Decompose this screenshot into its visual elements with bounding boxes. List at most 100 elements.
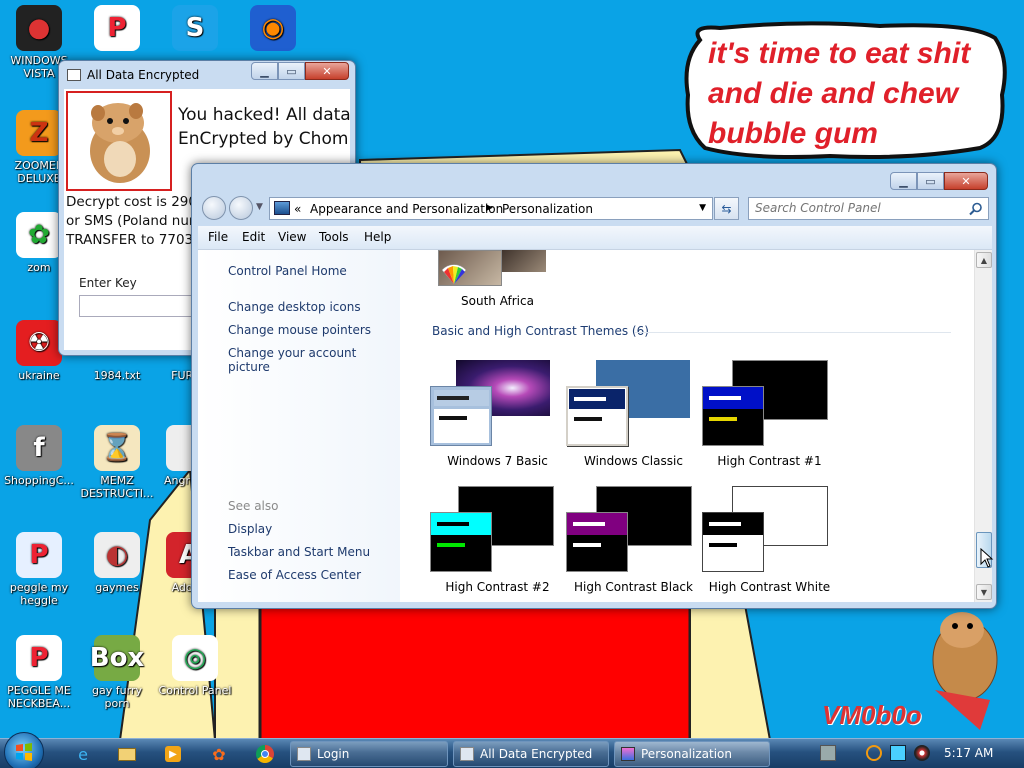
- theme-high-contrast-1[interactable]: High Contrast #1: [702, 356, 837, 471]
- theme-high-contrast-2[interactable]: High Contrast #2: [430, 482, 565, 597]
- menu-view[interactable]: View: [278, 230, 306, 244]
- theme-name: High Contrast Black: [574, 580, 693, 594]
- enter-key-label: Enter Key: [79, 276, 137, 290]
- address-dropdown-icon[interactable]: ▼: [699, 203, 706, 213]
- desktop-icon-label: gaymes: [95, 581, 139, 594]
- app-swirl-icon[interactable]: ✿: [206, 743, 232, 765]
- zoomer-icon: Z: [16, 110, 62, 156]
- menu-bar: File Edit View Tools Help: [198, 226, 992, 250]
- display-link[interactable]: Display: [228, 522, 272, 536]
- desktop-icon-label: peggle my heggle: [9, 581, 69, 607]
- minimize-button[interactable]: ▁: [251, 62, 278, 80]
- close-button[interactable]: ✕: [305, 62, 349, 80]
- maximize-button[interactable]: ▭: [278, 62, 305, 80]
- tray-magnifier-icon[interactable]: [866, 745, 882, 761]
- hamster-image: [66, 91, 172, 191]
- window-icon: [297, 747, 311, 761]
- theme-preview-window: [702, 386, 764, 446]
- desktop-icon-label: gay furry porn: [92, 684, 142, 710]
- wallpaper-signature: VM0b0o: [822, 700, 922, 730]
- desktop-icon-skype[interactable]: S: [156, 5, 234, 54]
- desktop-icon-box[interactable]: Box gay furry porn: [78, 635, 156, 710]
- desktop-icon-label: Control Panel: [158, 684, 232, 697]
- desktop-icon-ie-globe[interactable]: ◉: [234, 5, 312, 54]
- theme-south-africa[interactable]: South Africa: [430, 250, 565, 310]
- taskbar-start-menu-link[interactable]: Taskbar and Start Menu: [228, 545, 370, 559]
- ransom-window-title: All Data Encrypted: [87, 68, 200, 82]
- desktop-icon-shopping[interactable]: f ShoppingC...: [0, 425, 78, 487]
- theme-preview-window: [702, 512, 764, 572]
- breadcrumb-personalization[interactable]: Personalization: [502, 202, 593, 216]
- ransom-titlebar[interactable]: All Data Encrypted ▁ ▭ ✕: [59, 61, 355, 89]
- search-box[interactable]: [748, 197, 989, 220]
- change-desktop-icons-link[interactable]: Change desktop icons: [228, 300, 361, 314]
- system-clock[interactable]: 5:17 AM: [944, 746, 993, 760]
- close-button[interactable]: ✕: [944, 172, 988, 190]
- mouse-cursor-icon: [980, 548, 994, 568]
- menu-help[interactable]: Help: [364, 230, 391, 244]
- zom-icon: ✿: [16, 212, 62, 258]
- explorer-folder-icon[interactable]: [114, 743, 140, 765]
- window-icon: [460, 747, 474, 761]
- theme-windows-classic[interactable]: Windows Classic: [566, 356, 701, 471]
- headline-line-1: You hacked! All data: [178, 105, 350, 125]
- search-input[interactable]: [755, 201, 955, 215]
- basic-high-contrast-heading: Basic and High Contrast Themes (6): [432, 324, 649, 338]
- minimize-icon: ▁: [899, 174, 908, 188]
- tray-monitor-icon[interactable]: [890, 745, 906, 761]
- desktop-icon-peggle[interactable]: P: [78, 5, 156, 54]
- control-panel-icon: ◎: [172, 635, 218, 681]
- forward-button[interactable]: [229, 196, 253, 220]
- media-player-icon[interactable]: ▶: [160, 743, 186, 765]
- section-divider: [635, 332, 951, 333]
- scroll-down-button[interactable]: ▼: [976, 584, 992, 600]
- menu-tools[interactable]: Tools: [319, 230, 349, 244]
- desktop-icon-peggle-heggle[interactable]: Ppeggle my heggle: [0, 532, 78, 607]
- personalization-window[interactable]: ▁ ▭ ✕ ▼ « Appearance and Personalization…: [191, 163, 997, 609]
- internet-explorer-icon[interactable]: e: [70, 743, 96, 765]
- chrome-icon[interactable]: [252, 743, 278, 765]
- desktop-icon-control-panel[interactable]: ◎ Control Panel: [156, 635, 234, 697]
- themes-pane: South Africa Basic and High Contrast The…: [400, 250, 974, 602]
- windows-vista-icon: ●: [16, 5, 62, 51]
- taskbar-item-login[interactable]: Login: [290, 741, 448, 767]
- maximize-button[interactable]: ▭: [917, 172, 944, 190]
- ease-of-access-link[interactable]: Ease of Access Center: [228, 568, 361, 582]
- windows-logo-icon: [16, 743, 32, 761]
- desktop-icon-memz[interactable]: ⌛ MEMZ DESTRUCTI...: [78, 425, 156, 500]
- address-bar[interactable]: « Appearance and Personalization ▶ Perso…: [269, 197, 713, 220]
- tray-app-icon[interactable]: [820, 745, 836, 761]
- close-icon: ✕: [961, 174, 971, 188]
- start-button[interactable]: [4, 732, 44, 768]
- change-mouse-pointers-link[interactable]: Change mouse pointers: [228, 323, 371, 337]
- theme-high-contrast-white[interactable]: High Contrast White: [702, 482, 837, 597]
- menu-file[interactable]: File: [208, 230, 228, 244]
- gaymes-icon: ◐: [94, 532, 140, 578]
- change-account-picture-link[interactable]: Change your account picture: [228, 346, 400, 374]
- speech-bubble-text: it's time to eat shit and die and chew b…: [708, 37, 971, 150]
- personalization-titlebar[interactable]: ▁ ▭ ✕: [192, 164, 996, 192]
- theme-preview-south-africa-back: [502, 250, 546, 272]
- desktop-icon-peggle-neckbeard[interactable]: P PEGGLE ME NECKBEA...: [0, 635, 78, 710]
- scroll-up-button[interactable]: ▲: [976, 252, 992, 268]
- headline-line-2: EnCrypted by ChomIk: [178, 129, 350, 149]
- scroll-up-icon: ▲: [980, 255, 988, 265]
- breadcrumb-overflow[interactable]: «: [294, 202, 301, 216]
- theme-name: Windows 7 Basic: [447, 454, 548, 468]
- refresh-button[interactable]: ⇆: [714, 197, 739, 220]
- control-panel-home-link[interactable]: Control Panel Home: [228, 264, 347, 278]
- taskbar-item-all-data-encrypted[interactable]: All Data Encrypted: [453, 741, 609, 767]
- recent-pages-chevron-icon[interactable]: ▼: [256, 202, 263, 212]
- theme-high-contrast-black[interactable]: High Contrast Black: [566, 482, 701, 597]
- minimize-button[interactable]: ▁: [890, 172, 917, 190]
- menu-edit[interactable]: Edit: [242, 230, 265, 244]
- search-icon[interactable]: [969, 202, 983, 216]
- back-button[interactable]: [202, 196, 226, 220]
- taskbar-item-personalization[interactable]: Personalization: [614, 741, 770, 767]
- desktop-icon-gaymes[interactable]: ◐ gaymes: [78, 532, 156, 594]
- breadcrumb-appearance[interactable]: Appearance and Personalization: [310, 202, 503, 216]
- desktop-icon-label: ShoppingC...: [4, 474, 74, 487]
- ukraine-icon: ☢: [16, 320, 62, 366]
- tray-volume-icon[interactable]: [914, 745, 930, 761]
- theme-windows-7-basic[interactable]: Windows 7 Basic: [430, 356, 565, 471]
